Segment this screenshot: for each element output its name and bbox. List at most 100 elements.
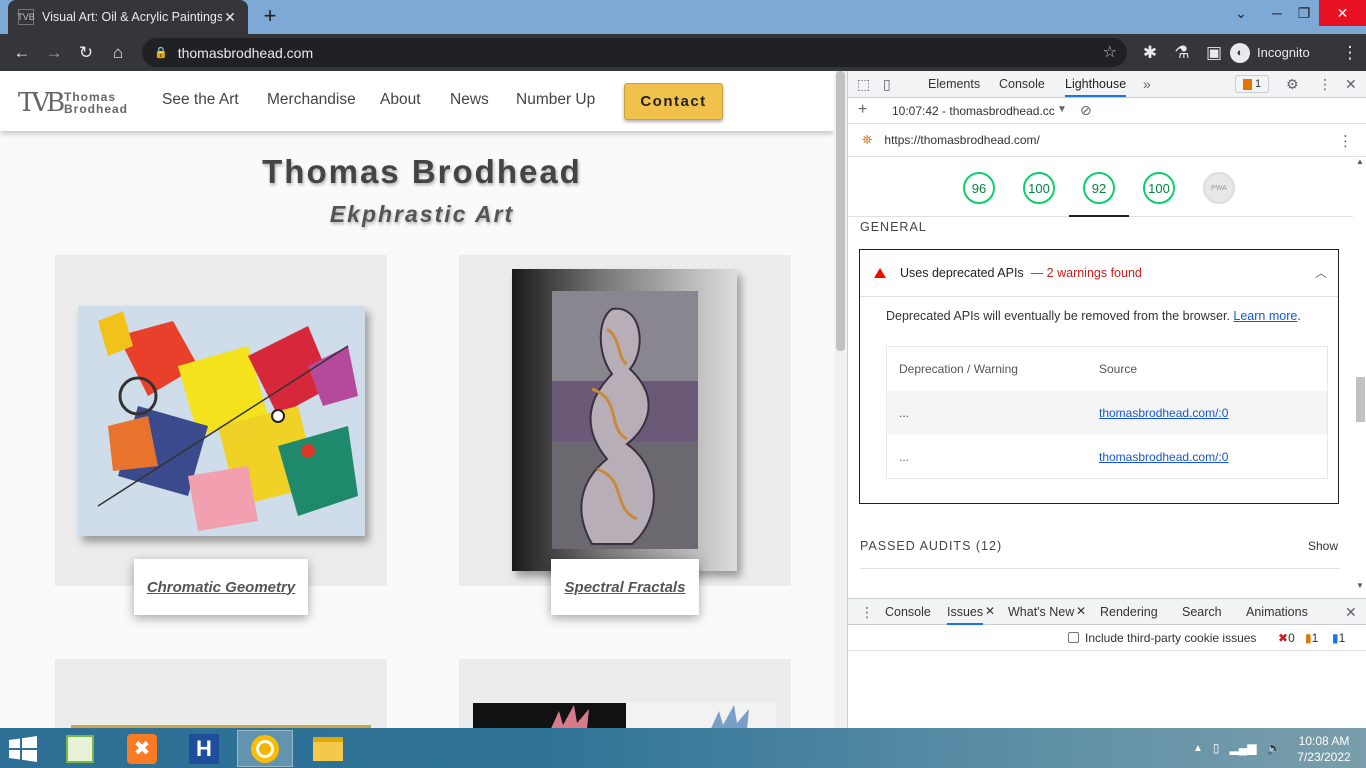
drawer-tab-issues[interactable]: Issues	[947, 605, 984, 625]
drawer-tab-search[interactable]: Search	[1182, 605, 1222, 619]
score-pwa[interactable]: PWA	[1203, 172, 1235, 204]
close-window-button[interactable]: ✕	[1319, 0, 1366, 26]
row-source-link[interactable]: thomasbrodhead.com/:0	[1099, 406, 1327, 420]
tab-elements[interactable]: Elements	[928, 77, 980, 91]
drawer-tab-whats-new[interactable]: What's New	[1008, 605, 1074, 619]
painting-spectral-fractals[interactable]	[512, 269, 737, 571]
device-toolbar-icon[interactable]: ▯	[883, 76, 891, 93]
lighthouse-toolbar: + 10:07:42 - thomasbrodhead.cc ▼ ⊘	[848, 98, 1366, 124]
devtools-scrollbar[interactable]: ▲ ▼	[1353, 157, 1366, 594]
url-text: thomasbrodhead.com	[177, 44, 314, 61]
tray-expand-icon[interactable]: ▲	[1193, 743, 1203, 754]
close-tab-icon[interactable]: ✕	[222, 9, 238, 26]
clock-time: 10:08 AM	[1298, 734, 1350, 748]
third-party-checkbox[interactable]	[1068, 632, 1079, 643]
taskbar-chrome-app[interactable]	[237, 730, 293, 767]
page-subtitle: Ekphrastic Art	[329, 201, 515, 227]
taskbar-xampp-app[interactable]: ✖	[114, 730, 170, 767]
issue-flag-icon	[1242, 78, 1252, 90]
scroll-up-icon[interactable]: ▲	[1356, 157, 1364, 166]
signal-icon[interactable]: ▂▄▆	[1230, 741, 1257, 755]
row-source-link[interactable]: thomasbrodhead.com/:0	[1099, 450, 1327, 464]
score-performance[interactable]: 96	[963, 172, 995, 204]
close-whats-new-tab-icon[interactable]: ✕	[1076, 604, 1086, 618]
score-best-practices[interactable]: 92	[1083, 172, 1115, 204]
report-selector[interactable]: 10:07:42 - thomasbrodhead.cc	[892, 104, 1055, 118]
folder-icon	[313, 736, 343, 761]
inspect-element-icon[interactable]: ⬚	[857, 76, 870, 93]
reload-icon[interactable]: ↻	[70, 37, 102, 69]
new-report-icon[interactable]: +	[858, 101, 867, 119]
minimize-button[interactable]: ─	[1262, 0, 1292, 26]
caption-spectral-fractals[interactable]: Spectral Fractals	[551, 559, 699, 615]
scroll-down-icon[interactable]: ▼	[1356, 581, 1364, 590]
close-issues-tab-icon[interactable]: ✕	[985, 604, 995, 618]
forward-icon[interactable]: →	[38, 37, 70, 69]
learn-more-link[interactable]: Learn more	[1233, 309, 1297, 323]
issues-toolbar: Include third-party cookie issues ✖0 ▮1 …	[848, 625, 1366, 651]
gallery-card[interactable]	[459, 659, 791, 728]
contact-button[interactable]: Contact	[624, 83, 723, 120]
home-icon[interactable]: ⌂	[102, 37, 134, 69]
volume-icon[interactable]: 🔈	[1266, 741, 1281, 755]
settings-gear-icon[interactable]: ⚙	[1286, 76, 1299, 93]
close-drawer-icon[interactable]: ✕	[1345, 604, 1357, 621]
issues-badge[interactable]: 1	[1235, 75, 1269, 93]
incognito-profile[interactable]: ◐ Incognito	[1230, 39, 1310, 66]
taskbar-notepad-app[interactable]	[52, 730, 108, 767]
new-tab-button[interactable]: +	[258, 5, 282, 29]
lab-icon[interactable]: ⚗	[1166, 37, 1198, 69]
tab-search-icon[interactable]: ⌄	[1226, 0, 1256, 26]
show-passed-button[interactable]: Show	[1308, 539, 1338, 553]
nav-number-up[interactable]: Number Up	[516, 91, 595, 109]
active-gauge-underline	[1069, 215, 1129, 217]
h-app-icon: H	[189, 733, 219, 764]
lock-icon[interactable]: 🔒	[154, 46, 168, 59]
browser-tab[interactable]: TVB Visual Art: Oil & Acrylic Paintings …	[8, 0, 248, 34]
star-graphic	[551, 705, 749, 728]
side-panel-icon[interactable]: ▣	[1198, 37, 1230, 69]
report-url[interactable]: https://thomasbrodhead.com/	[884, 133, 1039, 147]
taskbar-file-explorer-app[interactable]	[300, 730, 356, 767]
error-count[interactable]: ✖0	[1278, 631, 1295, 645]
tab-lighthouse[interactable]: Lighthouse	[1065, 77, 1127, 97]
back-icon[interactable]: ←	[6, 37, 38, 69]
scroll-thumb[interactable]	[836, 71, 845, 351]
info-count[interactable]: ▮1	[1332, 631, 1345, 645]
website-scrollbar[interactable]	[834, 71, 847, 728]
nav-news[interactable]: News	[450, 91, 489, 109]
clear-report-icon[interactable]: ⊘	[1080, 102, 1092, 119]
scroll-thumb[interactable]	[1356, 377, 1365, 422]
nav-merchandise[interactable]: Merchandise	[267, 91, 356, 109]
close-devtools-icon[interactable]: ✕	[1345, 76, 1357, 93]
report-dropdown-icon[interactable]: ▼	[1057, 104, 1067, 115]
drawer-tab-console[interactable]: Console	[885, 605, 931, 619]
restore-button[interactable]: ❐	[1292, 0, 1316, 26]
audit-header[interactable]: Uses deprecated APIs — 2 warnings found …	[860, 250, 1338, 297]
more-tabs-icon[interactable]: »	[1143, 76, 1151, 92]
taskbar-clock[interactable]: 10:08 AM 7/23/2022	[1292, 733, 1356, 765]
address-bar[interactable]: 🔒 thomasbrodhead.com ☆	[142, 38, 1127, 67]
taskbar-h-app[interactable]: H	[176, 730, 232, 767]
drawer-tab-animations[interactable]: Animations	[1246, 605, 1308, 619]
nav-see-the-art[interactable]: See the Art	[162, 91, 239, 109]
browser-menu-icon[interactable]: ⋮	[1334, 37, 1366, 69]
warning-count[interactable]: ▮1	[1305, 631, 1318, 645]
painting-chromatic-geometry[interactable]	[78, 306, 365, 536]
extensions-icon[interactable]: ✱	[1134, 37, 1166, 69]
drawer-tab-rendering[interactable]: Rendering	[1100, 605, 1158, 619]
start-button[interactable]	[8, 736, 38, 765]
score-accessibility[interactable]: 100	[1023, 172, 1055, 204]
caption-chromatic-geometry[interactable]: Chromatic Geometry	[134, 559, 308, 615]
bookmark-star-icon[interactable]: ☆	[1103, 42, 1117, 62]
drawer-menu-icon[interactable]: ⋮	[860, 604, 874, 621]
tab-console[interactable]: Console	[999, 77, 1045, 91]
devtools-menu-icon[interactable]: ⋮	[1318, 76, 1332, 93]
report-menu-icon[interactable]: ⋮	[1338, 132, 1353, 150]
collapse-chevron-icon[interactable]: ︿	[1315, 264, 1327, 281]
site-logo[interactable]: TVB Thomas Brodhead	[18, 88, 128, 118]
nav-about[interactable]: About	[380, 91, 421, 109]
gallery-card[interactable]	[55, 659, 387, 728]
device-icon[interactable]: ▯	[1213, 741, 1220, 755]
score-seo[interactable]: 100	[1143, 172, 1175, 204]
